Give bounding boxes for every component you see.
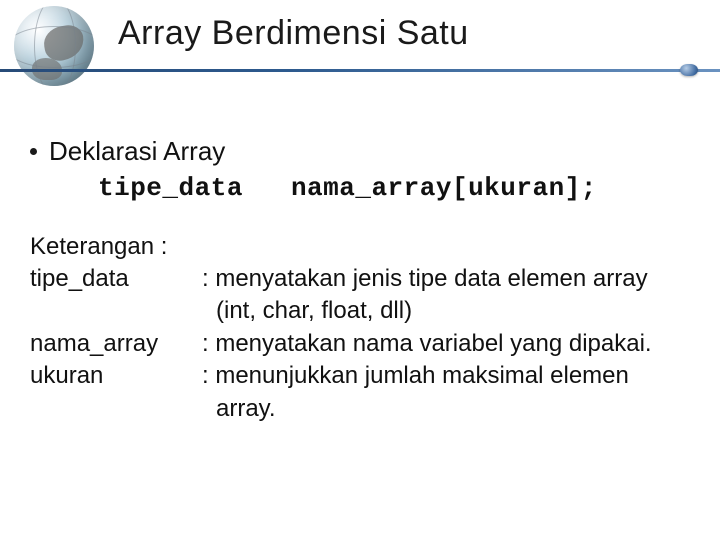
definition-row: ukuran : menunjukkan jumlah maksimal ele…: [30, 360, 692, 392]
slide-title: Array Berdimensi Satu: [118, 14, 469, 53]
definition-row: tipe_data : menyatakan jenis tipe data e…: [30, 263, 692, 295]
header-rule: [0, 67, 720, 81]
def-desc: : menyatakan nama variabel yang dipakai.: [202, 328, 692, 360]
definition-row: nama_array : menyatakan nama variabel ya…: [30, 328, 692, 360]
code-part-name: nama_array[ukuran];: [291, 173, 597, 203]
code-part-type: tipe_data: [98, 173, 243, 203]
def-desc-cont: (int, char, float, dll): [216, 295, 692, 327]
definition-row-cont: array.: [30, 393, 692, 425]
def-term: ukuran: [30, 360, 202, 392]
def-desc: : menunjukkan jumlah maksimal elemen: [202, 360, 692, 392]
slide-header: Array Berdimensi Satu: [0, 0, 720, 92]
def-term: tipe_data: [30, 263, 202, 295]
bullet-item: Deklarasi Array: [30, 136, 692, 167]
def-term: nama_array: [30, 328, 202, 360]
definition-row-cont: (int, char, float, dll): [30, 295, 692, 327]
def-desc: : menyatakan jenis tipe data elemen arra…: [202, 263, 692, 295]
bullet-text: Deklarasi Array: [49, 136, 225, 167]
bullet-dot-icon: [30, 148, 37, 155]
definition-list: tipe_data : menyatakan jenis tipe data e…: [30, 263, 692, 425]
code-syntax: tipe_data nama_array[ukuran];: [98, 173, 692, 203]
def-desc-cont: array.: [216, 393, 692, 425]
keterangan-label: Keterangan :: [30, 233, 692, 261]
slide-content: Deklarasi Array tipe_data nama_array[ukur…: [0, 92, 720, 425]
